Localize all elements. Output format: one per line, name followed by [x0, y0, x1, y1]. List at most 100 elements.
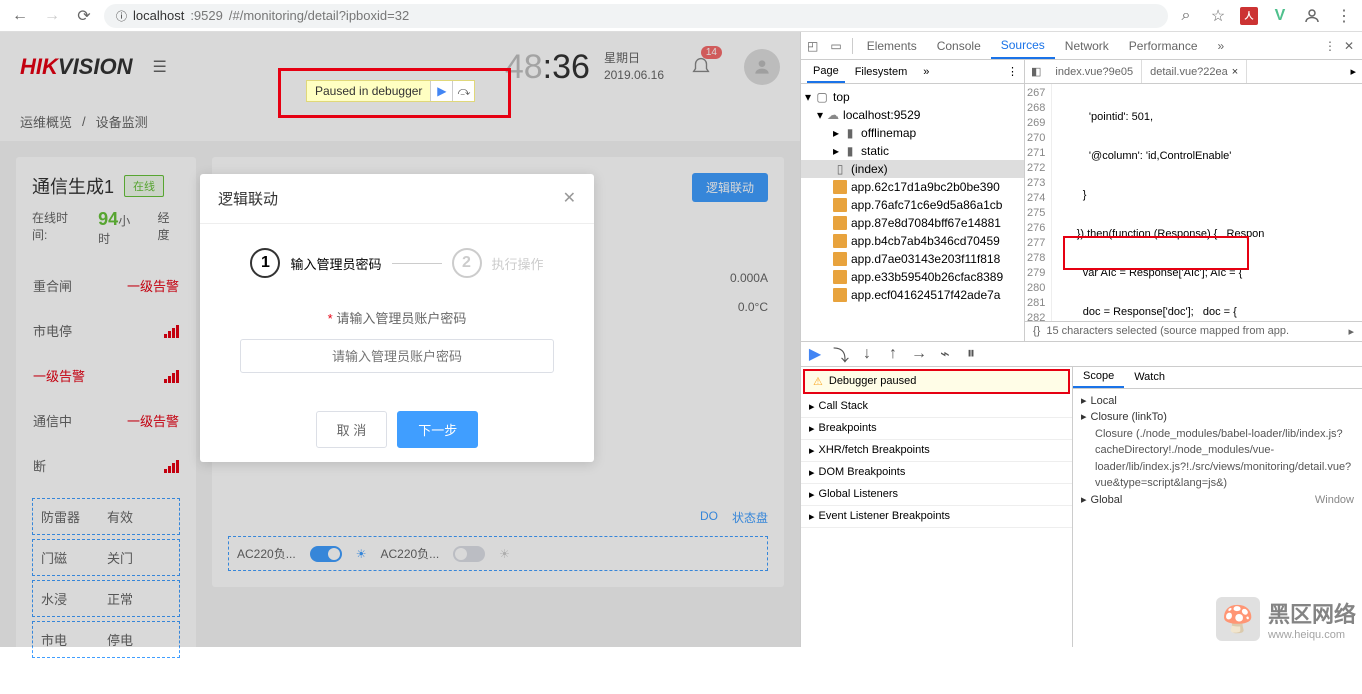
editor-tabs: ◧ index.vue?9e05 detail.vue?22ea× ▸	[1025, 60, 1362, 84]
url-path: /#/monitoring/detail?ipboxid=32	[229, 8, 409, 23]
debug-toolbar: ▶ ⤵ ↓ ↑ → ⌁ ⏸	[801, 341, 1362, 367]
logo: HIKVISION	[20, 54, 132, 80]
info-icon[interactable]: ⓘ	[116, 8, 127, 24]
key-icon[interactable]: ⌕	[1176, 6, 1196, 26]
reload-button[interactable]: ⟳	[72, 4, 96, 28]
steps: 1 输入管理员密码 2 执行操作	[200, 224, 594, 294]
notifications-icon[interactable]: 14	[690, 54, 712, 81]
section-global-listeners[interactable]: ▸Global Listeners	[801, 484, 1072, 506]
devtools-close-icon[interactable]: ✕	[1344, 39, 1354, 53]
app-viewport: Paused in debugger ▶ ⤼ HIKVISION ☰ 48:36…	[0, 32, 800, 647]
deactivate-breakpoints-button[interactable]: ⌁	[937, 346, 953, 362]
online-badge: 在线	[124, 175, 164, 197]
step-out-button[interactable]: ↑	[885, 346, 901, 362]
notification-badge: 14	[701, 46, 722, 59]
editor-tab-detail[interactable]: detail.vue?22ea×	[1142, 60, 1247, 83]
tab-sources[interactable]: Sources	[991, 32, 1055, 59]
paused-label: Paused in debugger	[307, 84, 430, 98]
device-icon[interactable]: ▭	[824, 39, 847, 53]
warning-icon: ⚠	[813, 375, 823, 388]
cancel-button[interactable]: 取 消	[316, 411, 388, 448]
url-port: :9529	[190, 8, 223, 23]
card-title: 通信生成1	[32, 173, 114, 199]
clock: 48:36	[505, 48, 590, 87]
next-button[interactable]: 下一步	[397, 411, 478, 448]
step-over-icon[interactable]: ⤼	[452, 81, 474, 101]
devtools: ◰ ▭ Elements Console Sources Network Per…	[800, 32, 1362, 647]
admin-password-input[interactable]	[240, 339, 554, 373]
breadcrumb-root[interactable]: 运维概览	[20, 112, 72, 131]
step-into-button[interactable]: ↓	[859, 346, 875, 362]
tab-elements[interactable]: Elements	[857, 32, 927, 59]
step-over-button[interactable]: ⤵	[833, 346, 849, 362]
modal-title: 逻辑联动	[218, 188, 278, 209]
browser-toolbar: ← → ⟳ ⓘ localhost :9529 /#/monitoring/deta…	[0, 0, 1362, 32]
profile-icon[interactable]	[1302, 6, 1322, 26]
editor-more-icon[interactable]: ▸	[1344, 65, 1362, 78]
section-xhr[interactable]: ▸XHR/fetch Breakpoints	[801, 440, 1072, 462]
close-icon[interactable]: ✕	[563, 188, 576, 209]
avatar[interactable]	[744, 49, 780, 85]
section-breakpoints[interactable]: ▸Breakpoints	[801, 418, 1072, 440]
resume-icon[interactable]: ▶	[430, 81, 452, 101]
resume-button[interactable]: ▶	[807, 346, 823, 362]
devtools-tabs: ◰ ▭ Elements Console Sources Network Per…	[801, 32, 1362, 60]
editor-status-bar: {}15 characters selected (source mapped …	[1025, 321, 1362, 341]
device-row: 市电停电	[32, 621, 180, 658]
devtools-menu-icon[interactable]: ⋮	[1324, 39, 1336, 53]
tab-more[interactable]: »	[1208, 32, 1235, 59]
device-row: 门磁关门	[32, 539, 180, 576]
breadcrumb-current: 设备监测	[96, 112, 148, 131]
section-event[interactable]: ▸Event Listener Breakpoints	[801, 506, 1072, 528]
editor-tab-index[interactable]: index.vue?9e05	[1047, 60, 1142, 83]
vue-icon[interactable]: V	[1270, 6, 1290, 26]
subtab-more[interactable]: »	[917, 60, 935, 83]
inspect-icon[interactable]: ◰	[801, 39, 824, 53]
tab-performance[interactable]: Performance	[1119, 32, 1208, 59]
url-host: localhost	[133, 8, 184, 23]
subtab-page[interactable]: Page	[807, 60, 845, 83]
back-button[interactable]: ←	[8, 4, 32, 28]
file-tree[interactable]: ▾▢top ▾☁localhost:9529 ▸▮offlinemap ▸▮st…	[801, 84, 1024, 341]
logic-link-button[interactable]: 逻辑联动	[692, 173, 768, 202]
breadcrumb: 运维概览 / 设备监测	[0, 102, 800, 141]
subtab-menu-icon[interactable]: ⋮	[1007, 65, 1018, 78]
watermark: 🍄 黑区网络 www.heiqu.com	[1216, 597, 1356, 641]
pause-exceptions-button[interactable]: ⏸	[963, 346, 979, 362]
collapse-menu-icon[interactable]: ☰	[152, 57, 166, 77]
nav-icon[interactable]: ◧	[1025, 65, 1047, 78]
code-editor[interactable]: 2672682692702712722732742752762772782792…	[1025, 84, 1362, 321]
star-icon[interactable]: ☆	[1208, 6, 1228, 26]
step-1: 1	[250, 248, 280, 278]
debug-sidebar: ⚠ Debugger paused ▸Call Stack ▸Breakpoin…	[801, 367, 1073, 648]
status-card: 通信生成1 在线 在线时间: 94小时 经度 重合闸一级告警 市电停 一级告警 …	[16, 157, 196, 678]
toggle-switch[interactable]	[310, 546, 342, 562]
step-2: 2	[452, 248, 482, 278]
pdf-icon[interactable]: 人	[1240, 7, 1258, 25]
chrome-actions: ⌕ ☆ 人 V ⋮	[1176, 6, 1354, 26]
sources-navigator: Page Filesystem » ⋮ ▾▢top ▾☁localhost:95…	[801, 60, 1025, 341]
paused-overlay: Paused in debugger ▶ ⤼	[306, 80, 475, 102]
address-bar[interactable]: ⓘ localhost :9529 /#/monitoring/detail?ipb…	[104, 4, 1168, 28]
watermark-icon: 🍄	[1216, 597, 1260, 641]
tab-watch[interactable]: Watch	[1124, 367, 1175, 388]
menu-icon[interactable]: ⋮	[1334, 6, 1354, 26]
bulb-icon: ☀	[499, 547, 510, 561]
section-callstack[interactable]: ▸Call Stack	[801, 396, 1072, 418]
tab-scope[interactable]: Scope	[1073, 367, 1124, 388]
tab-console[interactable]: Console	[927, 32, 991, 59]
forward-button[interactable]: →	[40, 4, 64, 28]
toggle-switch[interactable]	[453, 546, 485, 562]
section-dom[interactable]: ▸DOM Breakpoints	[801, 462, 1072, 484]
line-gutter: 2672682692702712722732742752762772782792…	[1025, 84, 1052, 321]
step-button[interactable]: →	[911, 346, 927, 362]
ac220-row: AC220负... ☀ AC220负... ☀	[228, 536, 768, 571]
device-row: 水浸正常	[32, 580, 180, 617]
date-block: 星期日 2019.06.16	[604, 50, 664, 84]
tab-network[interactable]: Network	[1055, 32, 1119, 59]
device-row: 防雷器有效	[32, 498, 180, 535]
admin-password-modal: 逻辑联动 ✕ 1 输入管理员密码 2 执行操作 * 请输入管理员账户密码 取 消…	[200, 174, 594, 462]
debugger-paused-banner: ⚠ Debugger paused	[803, 369, 1070, 394]
subtab-filesystem[interactable]: Filesystem	[849, 60, 914, 83]
bulb-icon: ☀	[356, 547, 367, 561]
